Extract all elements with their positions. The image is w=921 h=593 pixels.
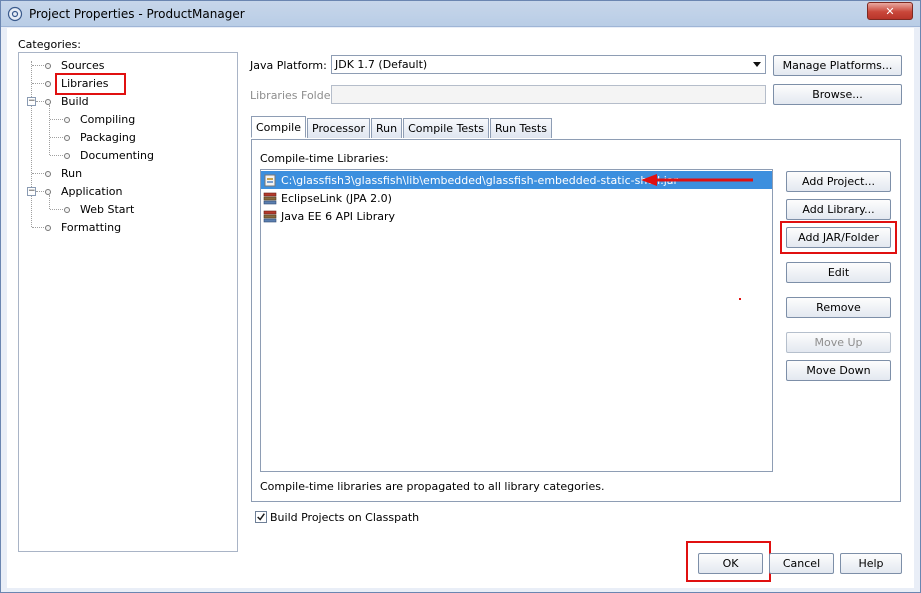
compile-libraries-label: Compile-time Libraries: bbox=[260, 152, 389, 165]
java-platform-label: Java Platform: bbox=[250, 59, 327, 72]
build-collapse-toggle[interactable]: − bbox=[27, 97, 36, 106]
red-dot-mark bbox=[739, 298, 741, 300]
netbeans-app-icon bbox=[7, 6, 23, 22]
category-label: Build bbox=[61, 95, 89, 108]
add-project-button[interactable]: Add Project... bbox=[786, 171, 891, 192]
button-label: Browse... bbox=[812, 88, 863, 101]
category-label: Compiling bbox=[80, 113, 136, 126]
node-icon bbox=[64, 116, 70, 123]
category-documenting[interactable]: Documenting bbox=[64, 149, 154, 162]
project-properties-dialog: Project Properties - ProductManager ✕ Ca… bbox=[0, 0, 921, 593]
button-label: Cancel bbox=[782, 557, 821, 570]
manage-platforms-button[interactable]: Manage Platforms... bbox=[773, 55, 902, 76]
category-application[interactable]: Application bbox=[45, 185, 122, 198]
tab-compile[interactable]: Compile bbox=[251, 116, 306, 138]
libraries-folder-label: Libraries Folder: bbox=[250, 89, 339, 102]
category-label: Packaging bbox=[80, 131, 136, 144]
node-icon bbox=[45, 80, 51, 87]
close-window-button[interactable]: ✕ bbox=[867, 2, 913, 20]
category-formatting[interactable]: Formatting bbox=[45, 221, 121, 234]
application-collapse-toggle[interactable]: − bbox=[27, 187, 36, 196]
jar-icon bbox=[264, 174, 276, 186]
add-jar-highlight-box bbox=[780, 221, 897, 254]
libraries-folder-input[interactable] bbox=[331, 85, 766, 104]
category-run[interactable]: Run bbox=[45, 167, 82, 180]
move-up-button[interactable]: Move Up bbox=[786, 332, 891, 353]
library-label: Java EE 6 API Library bbox=[281, 209, 395, 223]
category-label: Documenting bbox=[80, 149, 154, 162]
list-item[interactable]: EclipseLink (JPA 2.0) bbox=[261, 189, 772, 207]
browse-button[interactable]: Browse... bbox=[773, 84, 902, 105]
node-icon bbox=[64, 134, 70, 141]
node-icon bbox=[45, 224, 51, 231]
category-compiling[interactable]: Compiling bbox=[64, 113, 135, 126]
java-platform-value: JDK 1.7 (Default) bbox=[335, 58, 428, 71]
library-tabs: Compile Processor Run Compile Tests Run … bbox=[251, 116, 553, 138]
button-label: Move Up bbox=[814, 336, 863, 349]
button-label: Help bbox=[858, 557, 884, 570]
library-label: EclipseLink (JPA 2.0) bbox=[281, 191, 392, 205]
node-icon bbox=[45, 62, 51, 69]
node-icon bbox=[45, 98, 51, 105]
category-label: Sources bbox=[61, 59, 105, 72]
tab-processor[interactable]: Processor bbox=[307, 118, 370, 138]
node-icon bbox=[64, 152, 70, 159]
build-on-classpath-label: Build Projects on Classpath bbox=[270, 511, 420, 524]
tab-label: Processor bbox=[312, 122, 365, 135]
tab-label: Run Tests bbox=[494, 122, 547, 135]
edit-button[interactable]: Edit bbox=[786, 262, 891, 283]
node-icon bbox=[45, 170, 51, 177]
button-label: Add Library... bbox=[802, 203, 875, 216]
button-label: Manage Platforms... bbox=[782, 59, 893, 72]
button-label: Move Down bbox=[806, 364, 871, 377]
red-arrow-annotation bbox=[641, 174, 753, 186]
tab-label: Compile bbox=[256, 120, 301, 134]
category-label: Formatting bbox=[61, 221, 122, 234]
category-packaging[interactable]: Packaging bbox=[64, 131, 136, 144]
category-build[interactable]: Build bbox=[45, 95, 89, 108]
category-sources[interactable]: Sources bbox=[45, 59, 105, 72]
tab-run-tests[interactable]: Run Tests bbox=[489, 118, 552, 138]
remove-button[interactable]: Remove bbox=[786, 297, 891, 318]
add-library-button[interactable]: Add Library... bbox=[786, 199, 891, 220]
list-item[interactable]: Java EE 6 API Library bbox=[261, 207, 772, 225]
library-label: C:\glassfish3\glassfish\lib\embedded\gla… bbox=[281, 173, 679, 187]
cancel-button[interactable]: Cancel bbox=[769, 553, 834, 574]
build-on-classpath-checkbox[interactable] bbox=[255, 511, 267, 523]
checkmark-icon bbox=[257, 513, 265, 521]
java-platform-select[interactable]: JDK 1.7 (Default) bbox=[331, 55, 766, 74]
propagation-note: Compile-time libraries are propagated to… bbox=[260, 480, 605, 493]
node-icon bbox=[45, 188, 51, 195]
title-bar[interactable]: Project Properties - ProductManager ✕ bbox=[1, 1, 920, 27]
category-label: Web Start bbox=[80, 203, 135, 216]
tab-run[interactable]: Run bbox=[370, 118, 403, 138]
category-label: Run bbox=[61, 167, 83, 180]
move-down-button[interactable]: Move Down bbox=[786, 360, 891, 381]
window-title: Project Properties - ProductManager bbox=[29, 7, 245, 21]
ok-highlight-box bbox=[686, 541, 771, 582]
library-icon bbox=[263, 210, 277, 222]
categories-tree[interactable] bbox=[18, 52, 238, 552]
tab-label: Run bbox=[375, 122, 398, 135]
node-icon bbox=[64, 206, 70, 213]
button-label: Add Project... bbox=[802, 175, 875, 188]
library-icon bbox=[263, 192, 277, 204]
chevron-down-icon bbox=[753, 62, 761, 67]
close-icon: ✕ bbox=[885, 4, 895, 18]
category-label: Application bbox=[61, 185, 123, 198]
tab-label: Compile Tests bbox=[408, 122, 484, 135]
help-button[interactable]: Help bbox=[840, 553, 902, 574]
libraries-highlight-box bbox=[55, 73, 126, 95]
categories-label: Categories: bbox=[18, 38, 81, 51]
compile-libraries-list[interactable]: C:\glassfish3\glassfish\lib\embedded\gla… bbox=[260, 169, 773, 472]
button-label: Remove bbox=[816, 301, 861, 314]
tab-compile-tests[interactable]: Compile Tests bbox=[403, 118, 489, 138]
button-label: Edit bbox=[827, 266, 850, 279]
category-web-start[interactable]: Web Start bbox=[64, 203, 134, 216]
